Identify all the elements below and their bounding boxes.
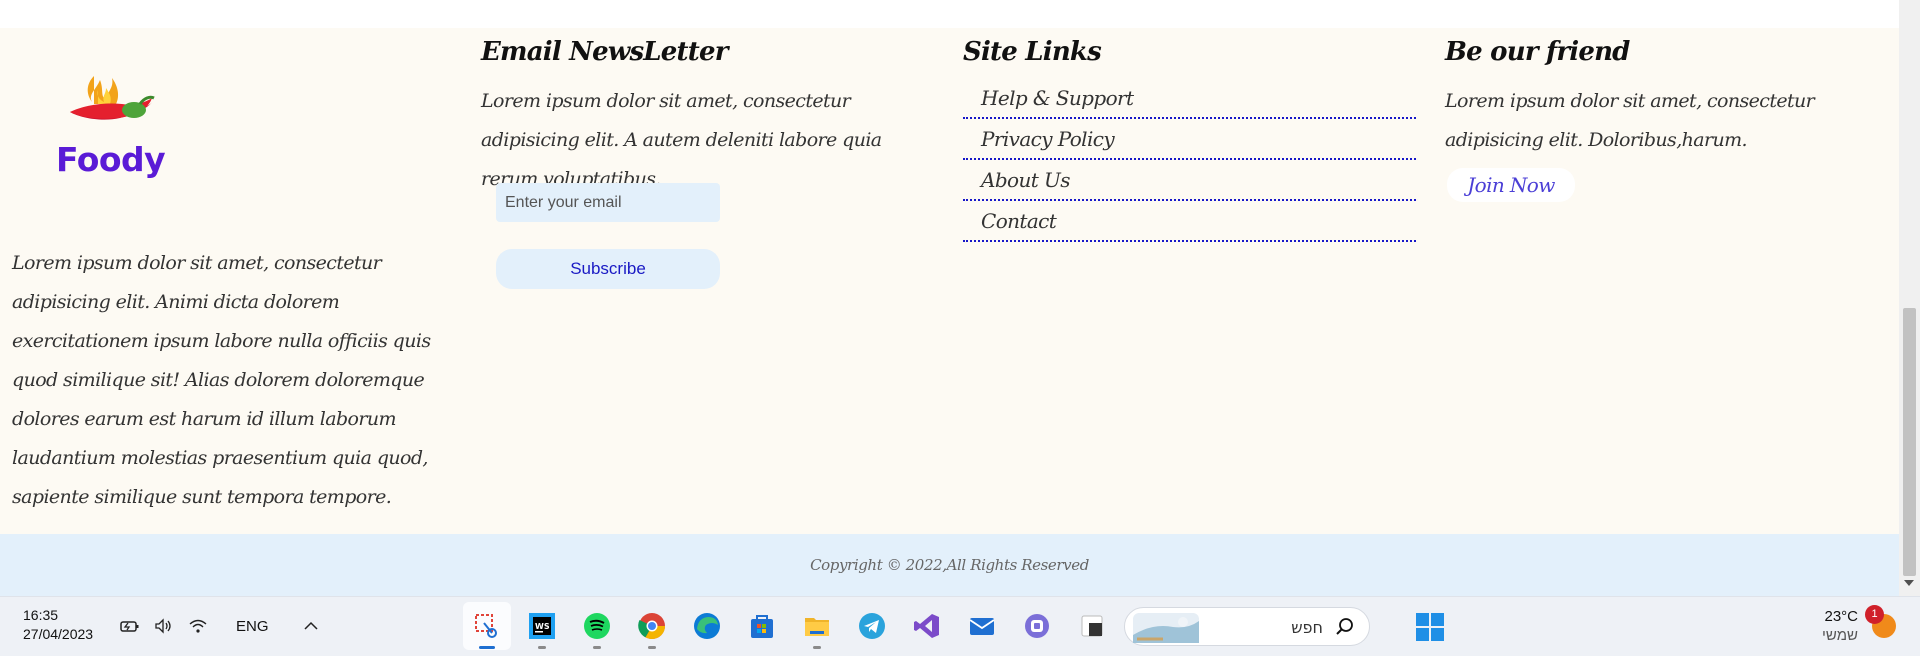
copyright-text: Copyright © 2022,All Rights Reserved	[810, 556, 1089, 574]
taskbar-app-snipping-tool[interactable]	[463, 602, 511, 650]
folder-icon	[805, 618, 829, 636]
friend-heading: Be our friend	[1445, 37, 1630, 67]
taskbar-app-terminal[interactable]	[1068, 602, 1116, 650]
notification-badge: 1	[1865, 605, 1884, 624]
taskbar-app-mail[interactable]	[958, 602, 1006, 650]
telegram-icon	[859, 613, 885, 639]
copyright-bar: Copyright © 2022,All Rights Reserved	[0, 534, 1899, 596]
link-contact[interactable]: Contact	[963, 201, 1416, 242]
chevron-up-icon[interactable]	[301, 617, 321, 635]
join-now-button[interactable]: Join Now	[1447, 168, 1575, 202]
site-links-heading: Site Links	[963, 37, 1102, 67]
newsletter-heading: Email NewsLetter	[481, 37, 728, 67]
chili-pepper-icon	[70, 76, 155, 120]
language-indicator[interactable]: ENG	[236, 618, 269, 635]
search-placeholder: חפש	[1291, 618, 1323, 637]
mail-icon	[969, 618, 995, 635]
taskbar-app-teams[interactable]	[1013, 602, 1061, 650]
snipping-tool-icon	[475, 614, 497, 638]
friend-paragraph: Lorem ipsum dolor sit amet, consectetur …	[1445, 90, 1815, 151]
weather-temperature: 23°C	[1824, 608, 1858, 625]
taskbar-app-file-explorer[interactable]	[793, 602, 841, 650]
wifi-icon[interactable]	[188, 617, 208, 635]
terminal-icon	[1081, 615, 1103, 637]
weather-description: שמשי	[1822, 627, 1858, 644]
search-icon	[1336, 618, 1353, 635]
vertical-scrollbar[interactable]	[1899, 0, 1920, 596]
taskbar-clock[interactable]: 16:35 27/04/2023	[23, 606, 93, 644]
taskbar-app-edge[interactable]	[683, 602, 731, 650]
about-paragraph: Lorem ipsum dolor sit amet, consectetur …	[12, 252, 431, 508]
volume-icon[interactable]	[154, 617, 174, 635]
site-footer: Foody Lorem ipsum dolor sit amet, consec…	[0, 28, 1899, 534]
clock-date: 27/04/2023	[23, 626, 94, 642]
logo-text: Foody	[56, 140, 166, 179]
link-about-us[interactable]: About Us	[963, 160, 1416, 201]
email-input[interactable]	[496, 183, 720, 222]
system-tray: ENG	[120, 617, 321, 635]
store-icon	[751, 615, 773, 638]
link-privacy-policy[interactable]: Privacy Policy	[963, 119, 1416, 160]
taskbar-app-visual-studio[interactable]	[903, 602, 951, 650]
weather-widget[interactable]: 23°C שמשי	[1822, 607, 1858, 645]
taskbar-app-webstorm[interactable]: WS	[518, 602, 566, 650]
foody-logo[interactable]: Foody	[56, 68, 166, 179]
battery-icon[interactable]	[120, 617, 140, 635]
taskbar-app-spotify[interactable]	[573, 602, 621, 650]
taskbar-apps: WS	[463, 602, 1116, 650]
search-highlight-image-icon	[1133, 613, 1199, 643]
taskbar-app-telegram[interactable]	[848, 602, 896, 650]
taskbar-search-box[interactable]: חפש	[1124, 607, 1370, 646]
taskbar-app-chrome[interactable]	[628, 602, 676, 650]
taskbar: 16:35 27/04/2023 ENG WS חפש 23°C שמשי 1	[0, 596, 1920, 656]
windows-start-icon[interactable]	[1415, 612, 1445, 642]
edge-icon	[694, 613, 720, 639]
svg-text:WS: WS	[535, 622, 550, 631]
visual-studio-icon	[914, 614, 939, 638]
clock-time: 16:35	[23, 607, 59, 623]
link-help-support[interactable]: Help & Support	[963, 78, 1416, 119]
page: Foody Lorem ipsum dolor sit amet, consec…	[0, 0, 1899, 596]
newsletter-paragraph: Lorem ipsum dolor sit amet, consectetur …	[481, 90, 882, 190]
spotify-icon	[584, 613, 610, 639]
site-links-list: Help & Support Privacy Policy About Us C…	[963, 78, 1416, 242]
scroll-down-arrow-icon[interactable]	[1904, 580, 1914, 586]
chrome-icon	[638, 613, 666, 640]
scrollbar-thumb[interactable]	[1903, 308, 1916, 576]
webstorm-icon: WS	[529, 613, 555, 639]
teams-icon	[1025, 614, 1049, 638]
taskbar-app-microsoft-store[interactable]	[738, 602, 786, 650]
subscribe-button[interactable]: Subscribe	[496, 249, 720, 289]
